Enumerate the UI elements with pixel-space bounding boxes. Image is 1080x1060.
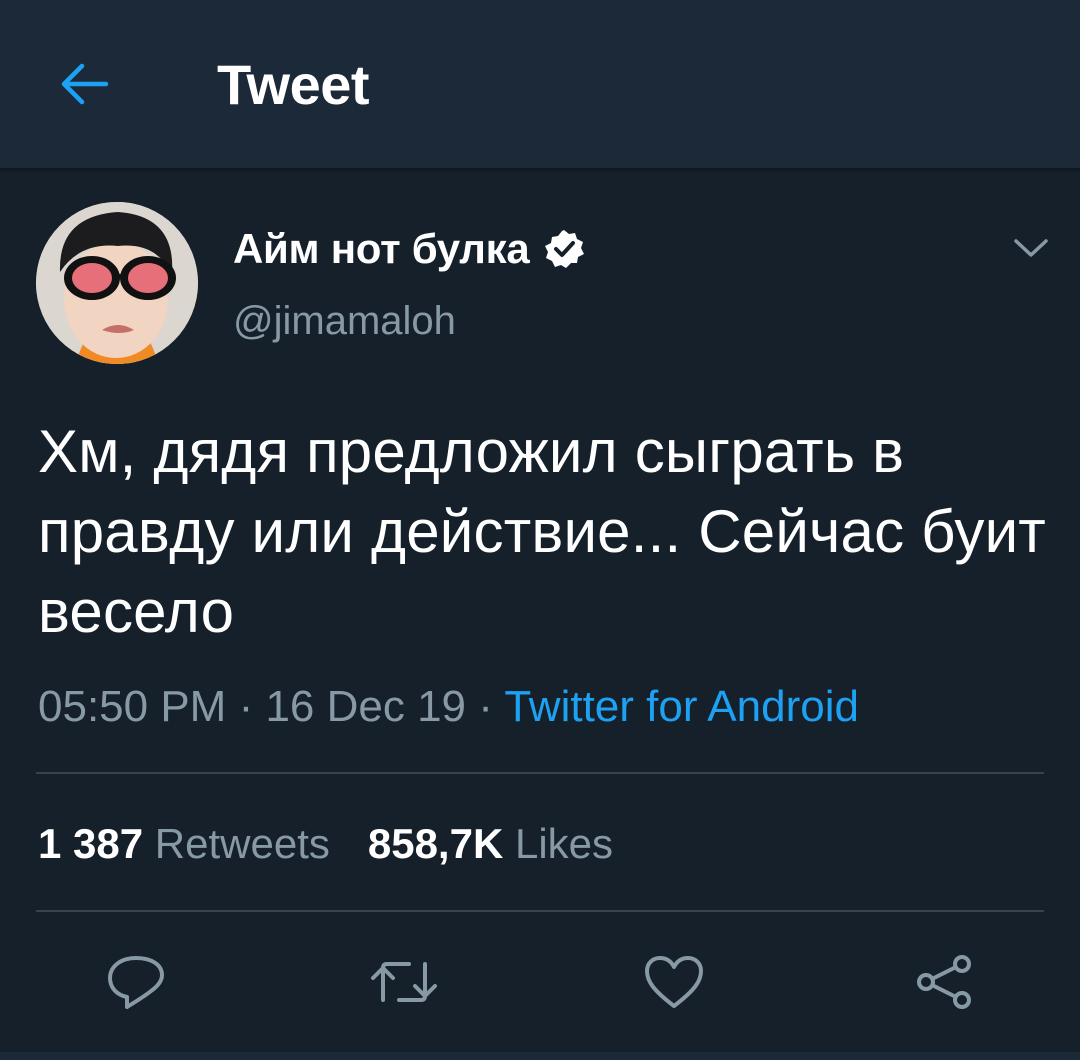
tweet-stats: 1 387 Retweets 858,7K Likes: [38, 818, 613, 870]
tweet-metadata: 05:50 PM · 16 Dec 19 · Twitter for Andro…: [38, 680, 859, 734]
verified-badge-icon: [545, 230, 585, 268]
reply-icon: [108, 956, 164, 1009]
share-icon: [917, 955, 971, 1009]
retweet-icon: [371, 962, 437, 1002]
retweets-label: Retweets: [154, 820, 330, 867]
likes-stat[interactable]: 858,7K Likes: [368, 820, 613, 867]
display-name: Айм нот булка: [233, 225, 530, 272]
like-icon: [645, 956, 703, 1008]
top-app-bar: Tweet: [0, 0, 1080, 168]
tweet-text: Хм, дядя предложил сыграть в правду или …: [38, 418, 1046, 645]
meta-separator: ·: [226, 682, 266, 731]
page-title: Tweet: [217, 53, 370, 116]
likes-label: Likes: [514, 820, 614, 867]
avatar[interactable]: [36, 202, 198, 364]
retweets-stat[interactable]: 1 387 Retweets: [38, 820, 330, 867]
author-name-row[interactable]: Айм нот булка: [233, 222, 585, 276]
retweet-button[interactable]: [366, 944, 442, 1020]
back-button[interactable]: [52, 56, 116, 112]
meta-separator: ·: [466, 682, 505, 731]
divider: [36, 910, 1044, 912]
retweets-count: 1 387: [38, 820, 144, 867]
chevron-down-icon: [1014, 239, 1048, 257]
bottom-edge: [0, 1052, 1080, 1060]
tweet-menu-button[interactable]: [1008, 228, 1054, 268]
tweet-source-link[interactable]: Twitter for Android: [504, 682, 859, 731]
divider: [36, 772, 1044, 774]
like-button[interactable]: [636, 944, 712, 1020]
likes-count: 858,7K: [367, 820, 504, 867]
profile-photo: [36, 202, 198, 364]
share-button[interactable]: [906, 944, 982, 1020]
tweet-time: 05:50 PM: [38, 682, 227, 731]
author-handle[interactable]: @jimamaloh: [233, 296, 456, 346]
reply-button[interactable]: [98, 944, 174, 1020]
tweet-date: 16 Dec 19: [265, 682, 467, 731]
arrow-left-icon: [61, 63, 109, 105]
